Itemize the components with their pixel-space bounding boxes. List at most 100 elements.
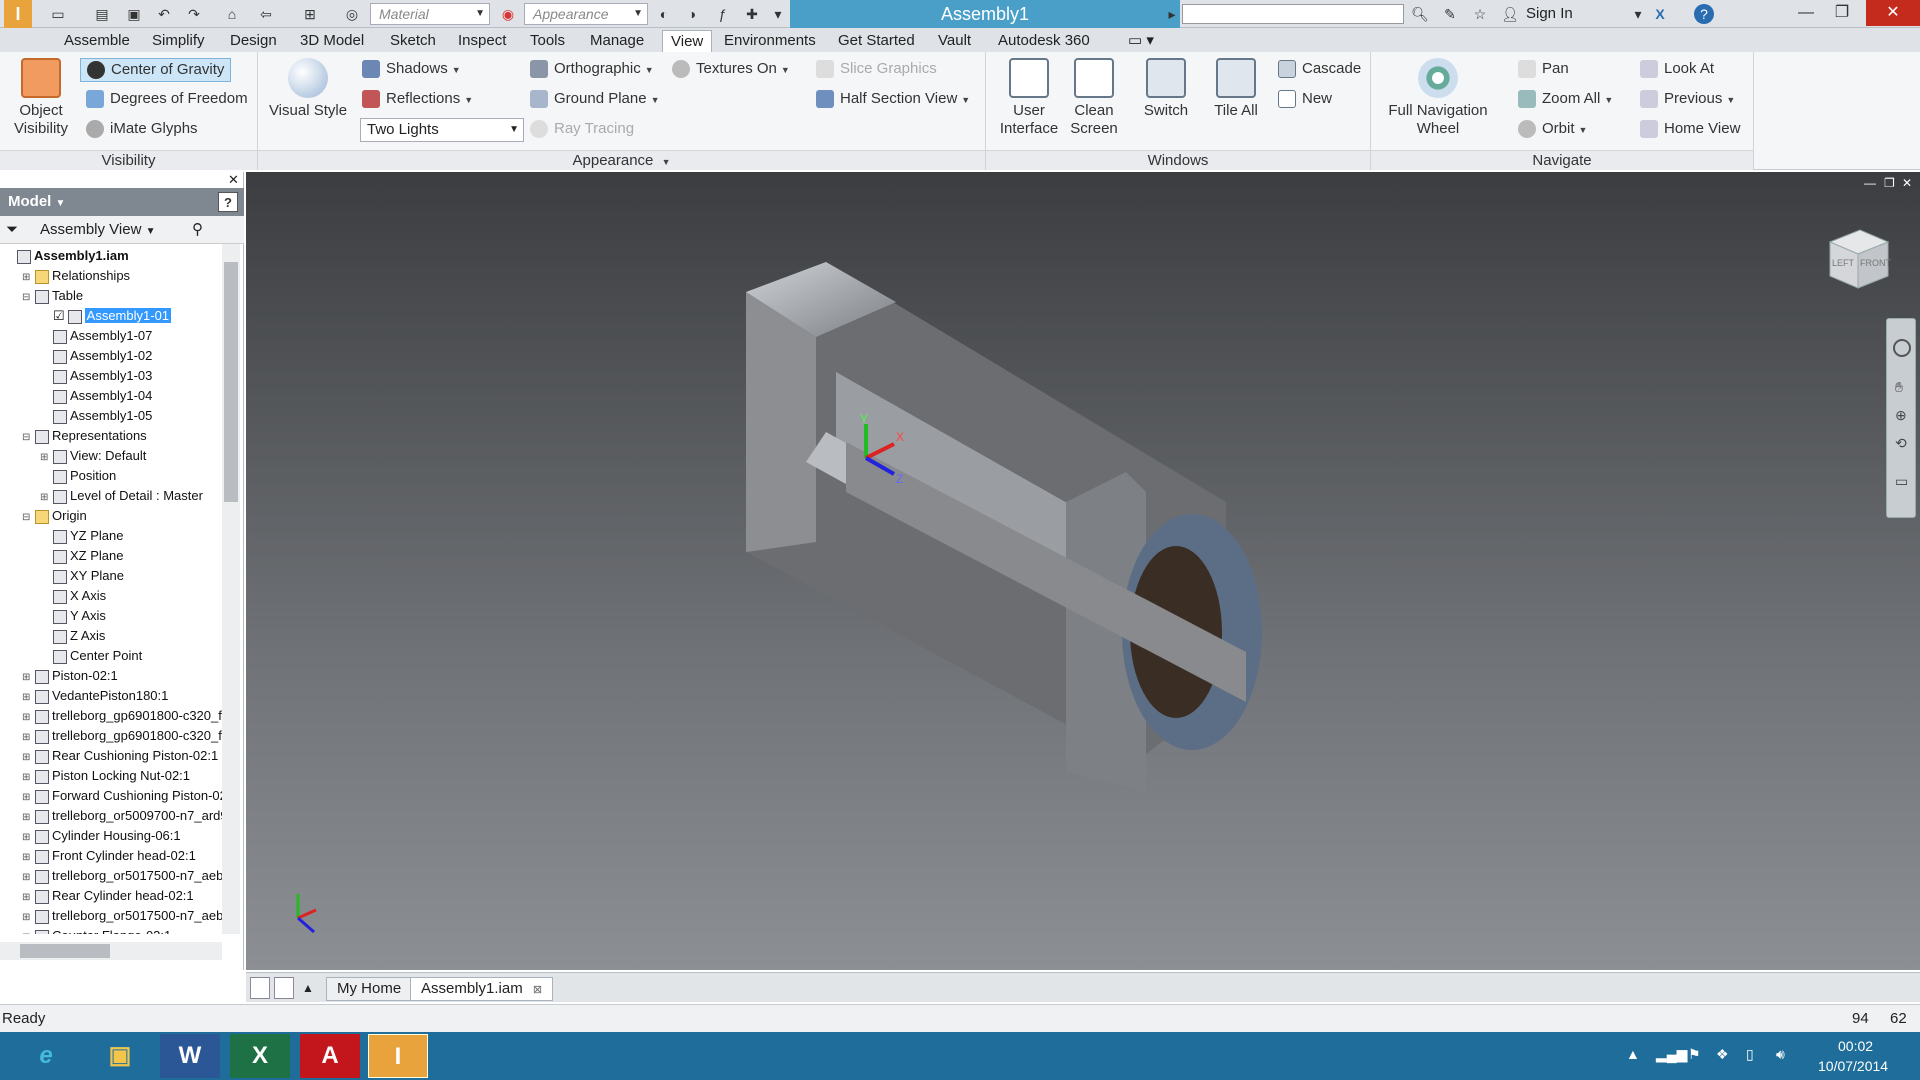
search-icon[interactable]: 🔍︎ xyxy=(1410,4,1430,24)
excel-icon[interactable]: X xyxy=(230,1034,290,1078)
textures-on-button[interactable]: Textures On ▼ xyxy=(672,58,790,82)
visual-style-button[interactable]: Visual Style xyxy=(268,58,348,120)
tree-node[interactable]: ⊞ Piston-02:1 xyxy=(22,666,118,686)
material-combo[interactable]: Material ▼ xyxy=(370,3,490,25)
maximize-icon[interactable]: ❐ xyxy=(1822,0,1862,26)
pan-icon[interactable]: ✋︎ xyxy=(1895,379,1903,396)
reflections-dropdown-icon[interactable]: ▼ xyxy=(464,95,473,105)
redo-icon[interactable]: ↷ xyxy=(184,4,204,24)
tree-node[interactable]: ⊞ Relationships xyxy=(22,266,130,286)
expand-icon[interactable]: ⊞ xyxy=(22,828,32,848)
steering-wheel-icon[interactable] xyxy=(1893,339,1911,357)
tab-my-home[interactable]: My Home xyxy=(326,977,413,1001)
previous-dropdown-icon[interactable]: ▼ xyxy=(1726,95,1735,105)
orthographic-button[interactable]: Orthographic ▼ xyxy=(530,58,654,82)
ground-plane-dropdown-icon[interactable]: ▼ xyxy=(651,95,660,105)
object-visibility-button[interactable]: Object Visibility xyxy=(10,58,72,138)
clock-date[interactable]: 10/07/2014 xyxy=(1818,1058,1888,1074)
filter-icon[interactable]: ⏷ xyxy=(6,216,18,244)
tree-node[interactable]: ⊞ Counter Flange-02:1 xyxy=(22,926,171,934)
new-file-icon[interactable]: ▭ xyxy=(48,4,68,24)
tree-node[interactable]: XZ Plane xyxy=(40,546,123,566)
clean-screen-button[interactable]: Clean Screen xyxy=(1064,58,1124,138)
expand-icon[interactable]: ⊞ xyxy=(22,768,32,788)
tree-node[interactable]: ⊞ Cylinder Housing-06:1 xyxy=(22,826,181,846)
expand-icon[interactable]: ⊞ xyxy=(22,708,32,728)
tree-node[interactable]: Center Point xyxy=(40,646,142,666)
tree-node[interactable]: ⊞ Rear Cushioning Piston-02:1 xyxy=(22,746,218,766)
return-icon[interactable]: ⇦ xyxy=(256,4,276,24)
sign-in-link[interactable]: Sign In xyxy=(1526,0,1573,28)
model-browser-header[interactable]: Model ▼ ? xyxy=(0,188,244,216)
tree-node[interactable]: Z Axis xyxy=(40,626,105,646)
exchange-apps-icon[interactable]: X xyxy=(1650,4,1670,24)
project-icon[interactable]: ⊞ xyxy=(300,4,320,24)
graphics-window[interactable]: X Y Z — ❐ ✕ xyxy=(246,172,1920,970)
tree-node[interactable]: ⊞ trelleborg_or5017500-n7_aeb3 xyxy=(22,866,222,886)
expand-icon[interactable]: ⊞ xyxy=(22,688,32,708)
save-icon[interactable]: ▣ xyxy=(124,4,144,24)
expand-icon[interactable]: ⊞ xyxy=(40,448,50,468)
volume-icon[interactable]: 🔊︎ xyxy=(1776,1046,1785,1063)
cascade-button[interactable]: Cascade xyxy=(1278,58,1361,82)
parameters-icon[interactable]: ƒ xyxy=(712,4,732,24)
degrees-of-freedom-button[interactable]: Degrees of Freedom xyxy=(86,88,248,112)
tab-autodesk-360[interactable]: Autodesk 360 xyxy=(990,30,1098,52)
customize-qat-icon[interactable]: ▾ xyxy=(768,4,788,24)
clock-time[interactable]: 00:02 xyxy=(1838,1038,1873,1054)
tree-node[interactable]: Y Axis xyxy=(40,606,106,626)
pan-button[interactable]: Pan xyxy=(1518,58,1569,82)
zoom-navbar-icon[interactable]: ⊕ xyxy=(1895,407,1907,424)
undo-icon[interactable]: ↶ xyxy=(154,4,174,24)
expand-icon[interactable]: ⊞ xyxy=(22,928,32,934)
tab-environments[interactable]: Environments xyxy=(716,30,824,52)
user-interface-button[interactable]: User Interface xyxy=(996,58,1062,138)
shadows-button[interactable]: Shadows ▼ xyxy=(362,58,461,82)
new-window-button[interactable]: New xyxy=(1278,88,1332,112)
help-search-input[interactable] xyxy=(1182,4,1404,24)
expand-icon[interactable]: ⊞ xyxy=(22,788,32,808)
expand-icon[interactable]: ⊞ xyxy=(22,668,32,688)
window-restore-icon[interactable]: ❐ xyxy=(1884,176,1895,190)
expand-icon[interactable]: ⊞ xyxy=(22,888,32,908)
tile-windows-icon[interactable] xyxy=(250,977,270,999)
sign-in-dropdown-icon[interactable]: ▾ xyxy=(1628,4,1648,24)
imate-glyphs-button[interactable]: iMate Glyphs xyxy=(86,118,198,142)
look-at-button[interactable]: Look At xyxy=(1640,58,1714,82)
acrobat-icon[interactable]: A xyxy=(300,1034,360,1078)
close-tab-icon[interactable]: ⊠ xyxy=(533,984,542,996)
tab-3d-model[interactable]: 3D Model xyxy=(292,30,372,52)
tree-node[interactable]: Assembly1-02 xyxy=(40,346,152,366)
tray-overflow-icon[interactable]: ▲ xyxy=(1626,1046,1640,1062)
tree-node[interactable]: ☑ Assembly1-01 xyxy=(40,306,172,326)
close-icon[interactable]: ✕ xyxy=(1866,0,1920,26)
tab-view[interactable]: View xyxy=(662,30,713,52)
tree-node[interactable]: ⊞ Level of Detail : Master xyxy=(40,486,203,506)
view-cube[interactable]: LEFT FRONT xyxy=(1820,222,1891,292)
slice-graphics-button[interactable]: Slice Graphics xyxy=(816,58,937,82)
help-icon[interactable]: ? xyxy=(1694,4,1714,24)
home-icon[interactable]: ⌂ xyxy=(222,4,242,24)
tile-all-button[interactable]: Tile All xyxy=(1206,58,1266,120)
expand-icon[interactable]: ⊞ xyxy=(22,728,32,748)
tree-node[interactable]: ⊞ Rear Cylinder head-02:1 xyxy=(22,886,194,906)
tree-node[interactable]: ⊞ Piston Locking Nut-02:1 xyxy=(22,766,190,786)
previous-view-button[interactable]: Previous ▼ xyxy=(1640,88,1735,112)
internet-explorer-icon[interactable]: e xyxy=(16,1034,76,1078)
inventor-taskbar-icon[interactable]: I xyxy=(368,1034,428,1078)
half-section-view-button[interactable]: Half Section View ▼ xyxy=(816,88,970,112)
textures-dropdown-icon[interactable]: ▼ xyxy=(781,65,790,75)
appearance-panel-title[interactable]: Appearance ▼ xyxy=(258,150,985,170)
ray-tracing-button[interactable]: Ray Tracing xyxy=(530,118,634,142)
lighting-select[interactable]: Two Lights ▼ xyxy=(360,118,524,142)
visibility-checkbox[interactable]: ☑ xyxy=(53,308,65,323)
file-explorer-icon[interactable]: ▣ xyxy=(90,1034,150,1078)
tree-node[interactable]: XY Plane xyxy=(40,566,124,586)
browser-help-icon[interactable]: ? xyxy=(218,192,238,212)
half-section-dropdown-icon[interactable]: ▼ xyxy=(961,95,970,105)
action-center-flag-icon[interactable]: ⚑ xyxy=(1688,1046,1701,1063)
measure-icon[interactable]: ✚ xyxy=(742,4,762,24)
orthographic-dropdown-icon[interactable]: ▼ xyxy=(645,65,654,75)
adjust-appearance-icon[interactable]: ◐ xyxy=(654,4,674,24)
word-icon[interactable]: W xyxy=(160,1034,220,1078)
